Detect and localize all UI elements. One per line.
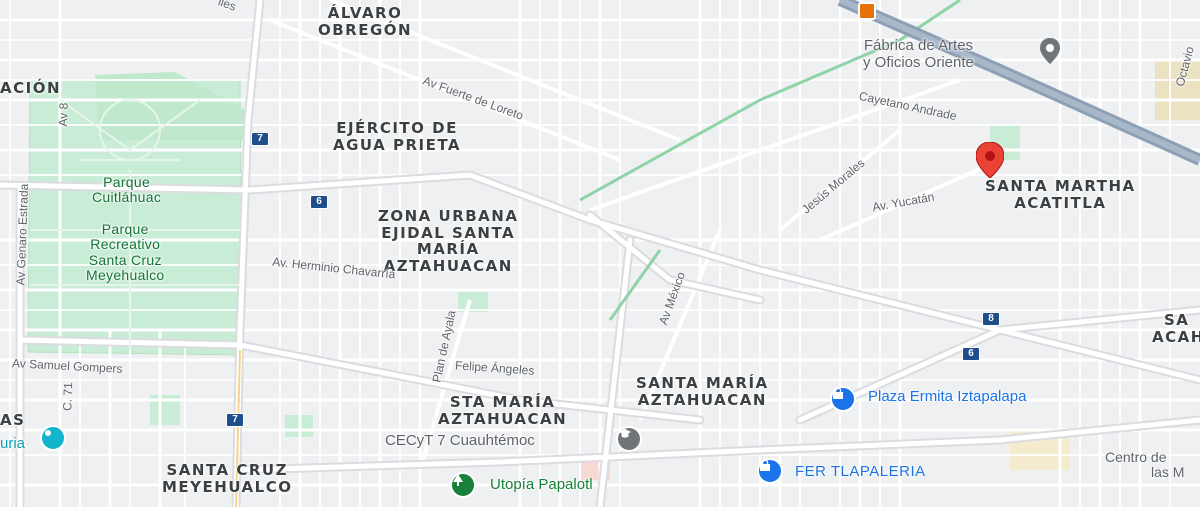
street-label-c-71: C. 71: [60, 381, 76, 412]
poi-label-cecyt[interactable]: CECyT 7 Cuauhtémoc: [385, 432, 535, 450]
map-canvas[interactable]: ÁLVARO OBREGÓN ACIÓN EJÉRCITO DE AGUA PRIE…: [0, 0, 1200, 507]
map-roads-layer: [0, 0, 1200, 507]
shopping-bag-icon[interactable]: [757, 458, 783, 484]
poi-label-utopia-papalotl[interactable]: Utopía Papalotl: [490, 476, 593, 494]
route-shield-6: 6: [310, 195, 328, 209]
area-label-sta-maria-aztahuacan: STA MARÍA AZTAHUACAN: [438, 393, 568, 428]
route-shield-7: 7: [251, 132, 269, 146]
area-label-santa-maria-aztahuacan: SANTA MARÍA AZTAHUACAN: [636, 374, 769, 409]
park-label-recreativo: Parque Recreativo Santa Cruz Meyehualco: [86, 221, 165, 284]
poi-label-fer-tlapaleria[interactable]: FER TLAPALERIA: [795, 463, 926, 481]
street-label-av-8: Av 8: [55, 102, 71, 127]
area-label-alvaro-obregon: ÁLVARO OBREGÓN: [318, 4, 413, 39]
poi-label-centro-de-las[interactable]: Centro de las M: [1105, 449, 1184, 481]
area-label-zona-urbana: ZONA URBANA EJIDAL SANTA MARÍA AZTAHUACAN: [378, 207, 519, 275]
park-label-cuitlahuac: Parque Cuitláhuac: [92, 174, 162, 206]
route-shield-7: 7: [226, 413, 244, 427]
route-shield-6: 6: [962, 347, 980, 361]
poi-label-fabrica-artes[interactable]: Fábrica de Artes y Oficios Oriente: [863, 37, 974, 71]
area-label-acion: ACIÓN: [0, 79, 62, 97]
area-label-santa-martha-acatitla: SANTA MARTHA ACATITLA: [985, 177, 1136, 212]
route-shield-8: 8: [982, 312, 1000, 326]
shopping-bag-icon[interactable]: [830, 386, 856, 412]
transit-station-icon[interactable]: [858, 2, 876, 20]
area-label-sa-acah: SA ACAH: [1152, 311, 1200, 346]
area-label-ejercito-agua-prieta: EJÉRCITO DE AGUA PRIETA: [333, 119, 462, 154]
graduation-cap-icon[interactable]: [616, 426, 642, 452]
poi-label-uria[interactable]: uria: [0, 435, 25, 453]
tree-icon[interactable]: [450, 472, 476, 498]
poi-label-plaza-ermita[interactable]: Plaza Ermita Iztapalapa: [868, 388, 1026, 406]
area-label-santa-cruz-meyehualco: SANTA CRUZ MEYEHUALCO: [162, 461, 293, 496]
museum-icon[interactable]: [40, 425, 66, 451]
area-label-as: AS: [0, 411, 26, 429]
